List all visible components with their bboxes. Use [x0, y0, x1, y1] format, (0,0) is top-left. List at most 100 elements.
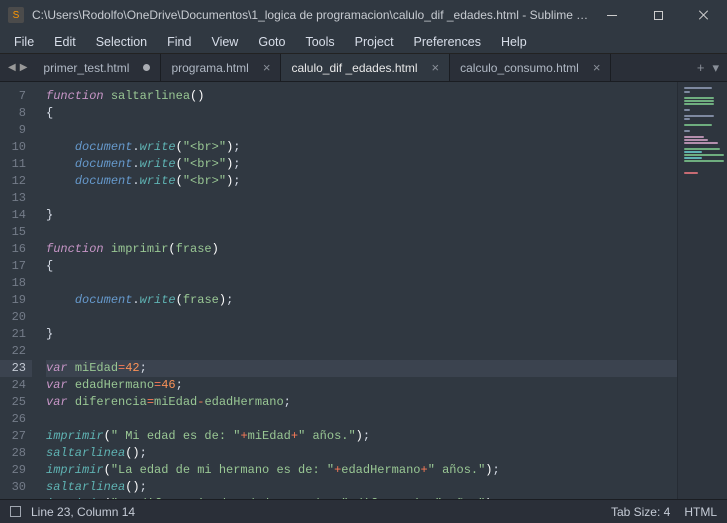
minimap-line [684, 87, 712, 89]
line-number[interactable]: 21 [0, 326, 32, 343]
close-button[interactable] [681, 0, 727, 30]
minimap[interactable] [677, 82, 727, 499]
menu-project[interactable]: Project [345, 32, 404, 52]
minimap-line [684, 97, 714, 99]
code-line[interactable] [46, 343, 677, 360]
status-bar: Line 23, Column 14 Tab Size: 4 HTML [0, 499, 727, 523]
tab-actions: + ▾ [611, 54, 727, 81]
minimap-line [684, 103, 714, 105]
line-number[interactable]: 13 [0, 190, 32, 207]
tab-calulo-dif-edades-html[interactable]: calulo_dif _edades.html× [281, 54, 450, 81]
line-gutter[interactable]: 7891011121314151617181920212223242526272… [0, 82, 38, 499]
line-number[interactable]: 23 [0, 360, 32, 377]
minimap-line [684, 118, 690, 120]
minimap-viewport[interactable] [678, 82, 727, 158]
code-line[interactable]: var diferencia=miEdad-edadHermano; [46, 394, 677, 411]
line-number[interactable]: 29 [0, 462, 32, 479]
code-line[interactable]: function imprimir(frase) [46, 241, 677, 258]
tab-nav-arrows: ◀ ▶ [0, 54, 33, 81]
code-line[interactable]: document.write(frase); [46, 292, 677, 309]
cursor-position[interactable]: Line 23, Column 14 [31, 505, 135, 519]
menu-find[interactable]: Find [157, 32, 201, 52]
line-number[interactable]: 11 [0, 156, 32, 173]
tab-size[interactable]: Tab Size: 4 [611, 505, 670, 519]
tabs-container: primer_test.htmlprograma.html×calulo_dif… [33, 54, 611, 81]
new-tab-button[interactable]: + [697, 60, 705, 75]
tab-label: programa.html [171, 61, 248, 75]
tab-close-icon[interactable]: × [593, 61, 601, 74]
menu-goto[interactable]: Goto [248, 32, 295, 52]
panel-toggle-icon[interactable] [10, 506, 21, 517]
minimap-line [684, 148, 720, 150]
code-line[interactable] [46, 309, 677, 326]
tab-calculo-consumo-html[interactable]: calculo_consumo.html× [450, 54, 611, 81]
menu-help[interactable]: Help [491, 32, 537, 52]
line-number[interactable]: 17 [0, 258, 32, 275]
line-number[interactable]: 20 [0, 309, 32, 326]
line-number[interactable]: 19 [0, 292, 32, 309]
nav-forward-icon[interactable]: ▶ [20, 62, 28, 73]
code-line[interactable]: { [46, 258, 677, 275]
code-line[interactable] [46, 275, 677, 292]
line-number[interactable]: 9 [0, 122, 32, 139]
minimap-line [684, 136, 704, 138]
menu-view[interactable]: View [201, 32, 248, 52]
title-bar: S C:\Users\Rodolfo\OneDrive\Documentos\1… [0, 0, 727, 30]
line-number[interactable]: 27 [0, 428, 32, 445]
nav-back-icon[interactable]: ◀ [8, 62, 16, 73]
line-number[interactable]: 15 [0, 224, 32, 241]
tab-programa-html[interactable]: programa.html × [161, 54, 281, 81]
code-line[interactable]: imprimir("La edad de mi hermano es de: "… [46, 462, 677, 479]
code-line[interactable]: saltarlinea(); [46, 479, 677, 496]
line-number[interactable]: 28 [0, 445, 32, 462]
syntax-mode[interactable]: HTML [684, 505, 717, 519]
code-line[interactable]: var miEdad=42; [46, 360, 677, 377]
code-line[interactable]: } [46, 207, 677, 224]
minimap-line [684, 124, 712, 126]
code-line[interactable] [46, 411, 677, 428]
code-line[interactable]: document.write("<br>"); [46, 139, 677, 156]
minimize-button[interactable] [589, 0, 635, 30]
code-line[interactable]: function saltarlinea() [46, 88, 677, 105]
line-number[interactable]: 22 [0, 343, 32, 360]
tab-menu-button[interactable]: ▾ [712, 60, 719, 76]
code-line[interactable] [46, 122, 677, 139]
code-line[interactable]: document.write("<br>"); [46, 156, 677, 173]
line-number[interactable]: 30 [0, 479, 32, 496]
menu-edit[interactable]: Edit [44, 32, 86, 52]
code-line[interactable]: imprimir("La diferencia de edades es de:… [46, 496, 677, 499]
line-number[interactable]: 31 [0, 496, 32, 499]
tab-primer-test-html[interactable]: primer_test.html [33, 54, 161, 81]
menu-selection[interactable]: Selection [86, 32, 157, 52]
minimap-line [684, 115, 714, 117]
code-line[interactable]: { [46, 105, 677, 122]
minimap-line [684, 91, 690, 93]
tab-close-icon[interactable]: × [263, 61, 271, 74]
code-line[interactable]: imprimir(" Mi edad es de: "+miEdad+" año… [46, 428, 677, 445]
line-number[interactable]: 14 [0, 207, 32, 224]
menu-tools[interactable]: Tools [295, 32, 344, 52]
line-number[interactable]: 7 [0, 88, 32, 105]
code-line[interactable]: document.write("<br>"); [46, 173, 677, 190]
minimap-line [684, 154, 724, 156]
tab-close-icon[interactable]: × [432, 61, 440, 74]
menu-file[interactable]: File [4, 32, 44, 52]
code-line[interactable] [46, 224, 677, 241]
line-number[interactable]: 16 [0, 241, 32, 258]
line-number[interactable]: 18 [0, 275, 32, 292]
code-line[interactable]: saltarlinea(); [46, 445, 677, 462]
line-number[interactable]: 12 [0, 173, 32, 190]
line-number[interactable]: 8 [0, 105, 32, 122]
code-line[interactable] [46, 190, 677, 207]
maximize-button[interactable] [635, 0, 681, 30]
window-controls [589, 0, 727, 30]
code-area[interactable]: function saltarlinea(){ document.write("… [38, 82, 677, 499]
code-line[interactable]: var edadHermano=46; [46, 377, 677, 394]
line-number[interactable]: 10 [0, 139, 32, 156]
line-number[interactable]: 25 [0, 394, 32, 411]
code-line[interactable]: } [46, 326, 677, 343]
menu-preferences[interactable]: Preferences [404, 32, 491, 52]
line-number[interactable]: 26 [0, 411, 32, 428]
minimap-line [684, 109, 690, 111]
line-number[interactable]: 24 [0, 377, 32, 394]
